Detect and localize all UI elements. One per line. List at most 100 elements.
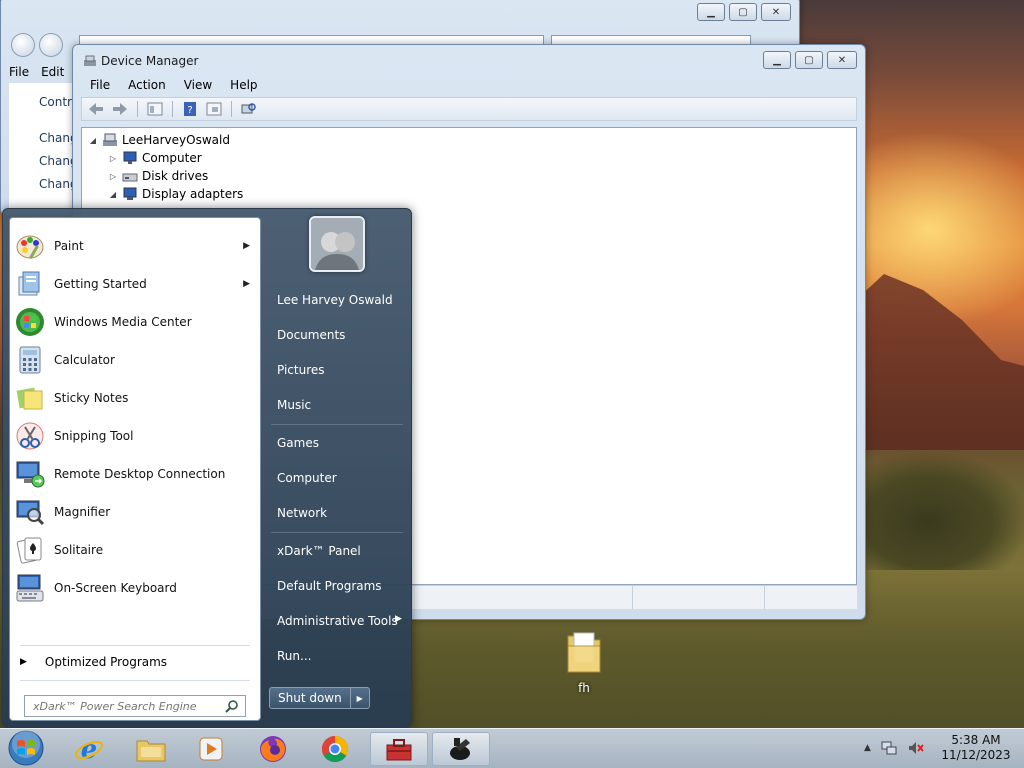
expand-arrow-icon: ▶ xyxy=(20,657,27,667)
calculator-icon xyxy=(14,344,46,376)
disk-drive-icon xyxy=(122,173,138,182)
close-button[interactable]: ✕ xyxy=(761,3,791,21)
start-menu[interactable]: Paint ▶ Getting Started ▶ Windows Media … xyxy=(2,208,412,728)
program-getting-started[interactable]: Getting Started ▶ xyxy=(14,266,258,302)
network-icon[interactable] xyxy=(881,740,897,756)
taskbar-firefox[interactable] xyxy=(244,732,302,766)
tree-node-disk-drives[interactable]: ▷ Disk drives xyxy=(108,167,208,185)
properties-icon[interactable] xyxy=(145,100,165,118)
collapse-icon[interactable]: ◢ xyxy=(88,136,98,145)
help-icon[interactable]: ? xyxy=(180,100,200,118)
program-magnifier[interactable]: Magnifier xyxy=(14,494,258,530)
program-paint[interactable]: Paint ▶ xyxy=(14,228,258,264)
taskbar-clock[interactable]: 5:38 AM 11/12/2023 xyxy=(940,733,1012,763)
display-adapter-icon xyxy=(123,187,137,200)
menu-action[interactable]: Action xyxy=(119,78,175,92)
start-link-administrative-tools[interactable]: Administrative Tools ▶ xyxy=(277,614,407,628)
minimize-button[interactable]: ▁ xyxy=(697,3,725,21)
toolbar-separator xyxy=(231,101,232,117)
show-hidden-icon[interactable] xyxy=(204,100,224,118)
forward-arrow-icon[interactable] xyxy=(110,100,130,118)
menu-view[interactable]: View xyxy=(175,78,221,92)
back-button[interactable] xyxy=(11,33,35,57)
search-icon[interactable] xyxy=(225,699,239,713)
file-explorer-icon xyxy=(136,740,166,762)
program-snipping-tool[interactable]: Snipping Tool xyxy=(14,418,258,454)
menu-file[interactable]: File xyxy=(9,65,29,79)
device-manager-window-buttons: ▁ ▢ ✕ xyxy=(763,51,857,69)
tree-node-computer[interactable]: ▷ Computer xyxy=(108,149,202,167)
chrome-icon xyxy=(321,735,349,763)
start-link-pictures[interactable]: Pictures xyxy=(277,363,325,377)
show-hidden-icons-arrow-icon[interactable]: ▲ xyxy=(864,743,871,753)
start-search-box[interactable] xyxy=(24,695,246,717)
start-link-games[interactable]: Games xyxy=(277,436,319,450)
start-link-music[interactable]: Music xyxy=(277,398,311,412)
shutdown-button[interactable]: Shut down xyxy=(270,688,351,708)
media-player-icon xyxy=(199,737,223,761)
start-link-user[interactable]: Lee Harvey Oswald xyxy=(277,293,393,307)
window-title: Device Manager xyxy=(101,54,199,68)
taskbar-media-player[interactable] xyxy=(182,732,240,766)
menu-edit[interactable]: Edit xyxy=(41,65,64,79)
menu-help[interactable]: Help xyxy=(221,78,266,92)
minimize-button[interactable]: ▁ xyxy=(763,51,791,69)
program-label: Calculator xyxy=(54,353,115,367)
shutdown-button-group: Shut down ▶ xyxy=(269,687,370,709)
program-calculator[interactable]: Calculator xyxy=(14,342,258,378)
start-menu-divider xyxy=(20,680,250,681)
program-on-screen-keyboard[interactable]: On-Screen Keyboard xyxy=(14,570,258,606)
program-label: Windows Media Center xyxy=(54,315,192,329)
start-link-run[interactable]: Run... xyxy=(277,649,311,663)
device-manager-taskbar-icon xyxy=(450,738,470,760)
desktop-folder-fh[interactable]: fh xyxy=(560,630,608,695)
taskbar-chrome[interactable] xyxy=(306,732,364,766)
program-remote-desktop[interactable]: Remote Desktop Connection xyxy=(14,456,258,492)
scan-hardware-icon[interactable] xyxy=(239,100,259,118)
start-menu-programs-pane: Paint ▶ Getting Started ▶ Windows Media … xyxy=(9,217,261,721)
tree-label: Computer xyxy=(142,151,202,165)
magnifier-icon xyxy=(14,496,46,528)
back-arrow-icon[interactable] xyxy=(86,100,106,118)
menu-file[interactable]: File xyxy=(81,78,119,92)
taskbar-explorer[interactable] xyxy=(122,732,180,766)
program-solitaire[interactable]: Solitaire xyxy=(14,532,258,568)
start-search-input[interactable] xyxy=(33,699,213,713)
tree-label: Disk drives xyxy=(142,169,209,183)
collapse-icon[interactable]: ◢ xyxy=(108,190,118,199)
close-button[interactable]: ✕ xyxy=(827,51,857,69)
sticky-notes-icon xyxy=(14,382,46,414)
volume-muted-icon[interactable] xyxy=(907,740,925,756)
computer-icon xyxy=(103,133,117,146)
start-link-documents[interactable]: Documents xyxy=(277,328,345,342)
control-panel-nav xyxy=(11,33,63,57)
program-label: Solitaire xyxy=(54,543,104,557)
avatar[interactable] xyxy=(309,216,365,272)
program-windows-media-center[interactable]: Windows Media Center xyxy=(14,304,258,340)
control-panel-window-buttons: ▁ ▢ ✕ xyxy=(697,3,791,21)
submenu-arrow-icon: ▶ xyxy=(243,241,250,251)
tree-node-root[interactable]: ◢ LeeHarveyOswald xyxy=(88,131,230,149)
start-link-computer[interactable]: Computer xyxy=(277,471,337,485)
tree-node-display-adapters[interactable]: ◢ Display adapters xyxy=(108,185,243,203)
forward-button[interactable] xyxy=(39,33,63,57)
start-link-network[interactable]: Network xyxy=(277,506,327,520)
taskbar-control-panel[interactable] xyxy=(370,732,428,766)
shutdown-options-arrow-icon[interactable]: ▶ xyxy=(351,688,369,708)
expand-icon[interactable]: ▷ xyxy=(108,154,118,163)
program-sticky-notes[interactable]: Sticky Notes xyxy=(14,380,258,416)
start-link-xdark-panel[interactable]: xDark™ Panel xyxy=(277,544,361,558)
monitor-icon xyxy=(123,151,137,164)
optimized-programs-label: Optimized Programs xyxy=(44,655,168,669)
maximize-button[interactable]: ▢ xyxy=(729,3,757,21)
optimized-programs-item[interactable]: ▶ Optimized Programs xyxy=(20,651,250,673)
program-label: Paint xyxy=(54,239,84,253)
firefox-icon xyxy=(260,736,286,762)
paint-icon xyxy=(14,230,46,262)
taskbar-device-manager[interactable] xyxy=(432,732,490,766)
maximize-button[interactable]: ▢ xyxy=(795,51,823,69)
start-link-default-programs[interactable]: Default Programs xyxy=(277,579,382,593)
expand-icon[interactable]: ▷ xyxy=(108,172,118,181)
taskbar-internet-explorer[interactable]: e xyxy=(60,732,118,766)
start-button[interactable] xyxy=(4,728,48,768)
